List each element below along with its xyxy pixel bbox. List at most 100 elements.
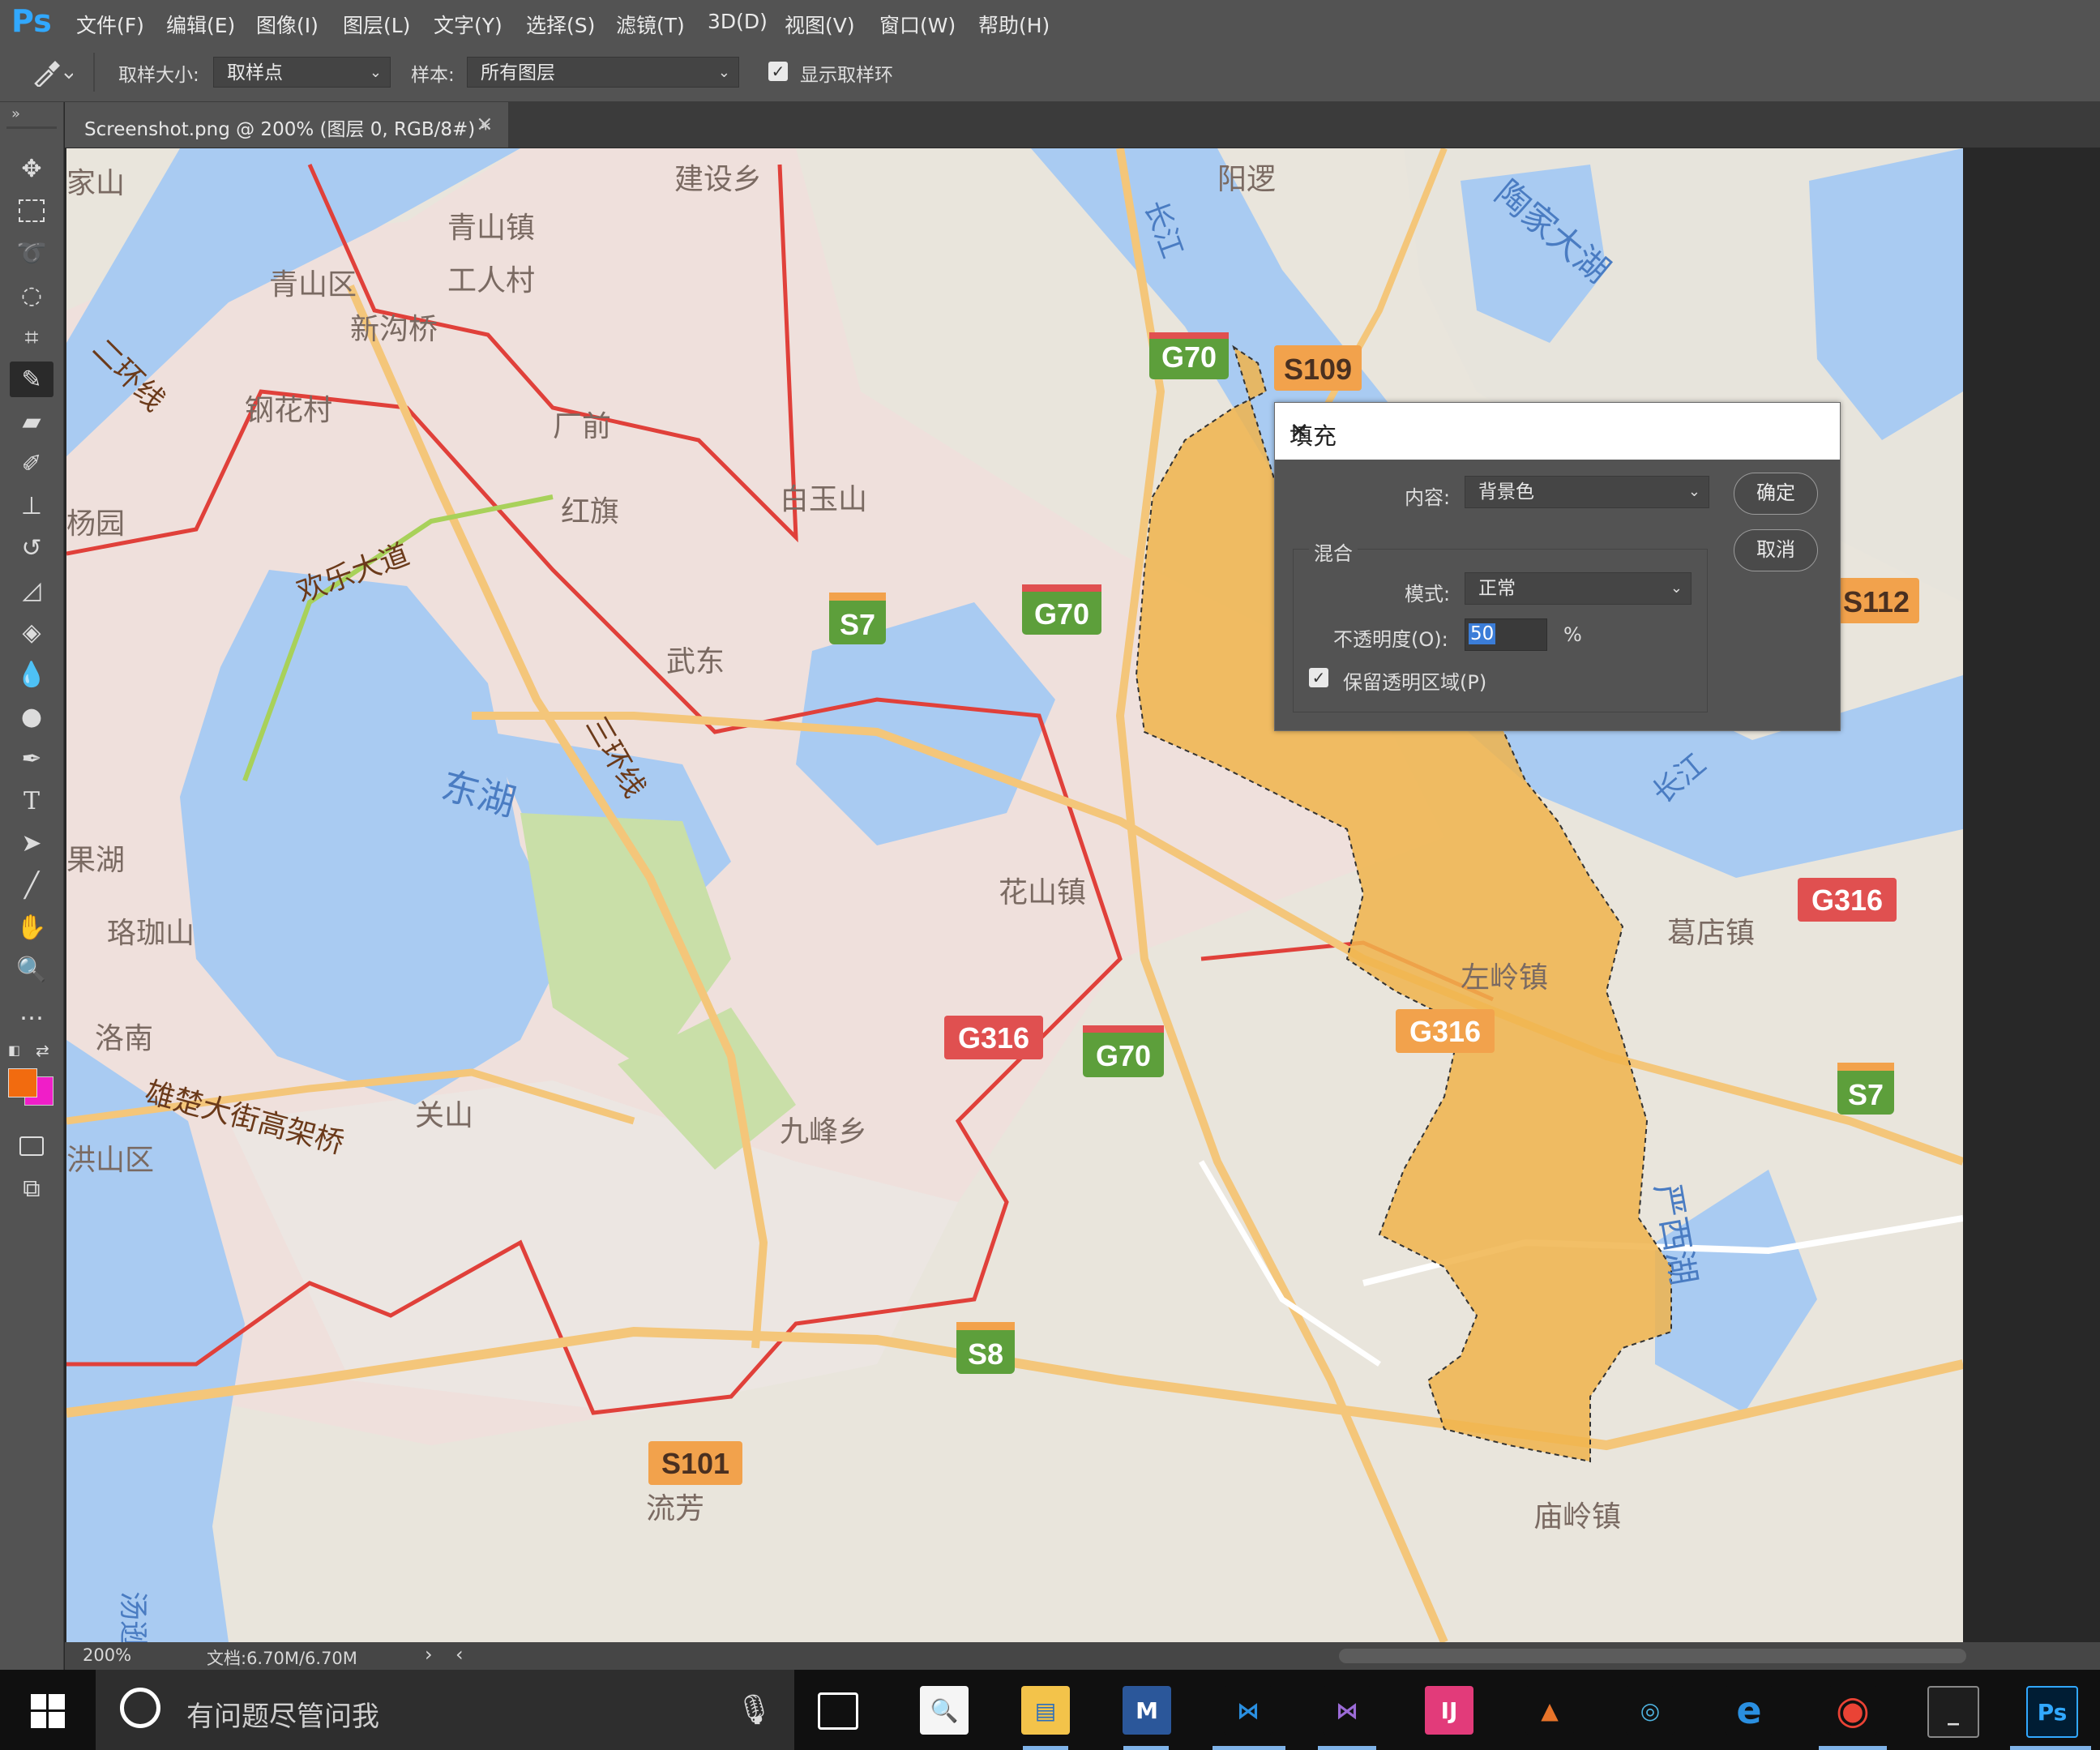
menu-file[interactable]: 文件(F) <box>76 10 144 39</box>
fill-dialog: 填充 ✕ 内容: 背景色 ⌄ 确定 取消 混合 模式: 正常 ⌄ 不透明度(O)… <box>1274 402 1841 731</box>
menu-3d[interactable]: 3D(D) <box>708 10 768 33</box>
menu-filter[interactable]: 滤镜(T) <box>616 10 685 39</box>
lasso-tool-icon[interactable]: ➰ <box>10 235 53 271</box>
quick-mask-icon[interactable] <box>10 1128 53 1164</box>
terminal-icon[interactable]: _ <box>1927 1686 1979 1738</box>
matlab-icon[interactable]: ▲ <box>1525 1686 1574 1735</box>
chrome-icon[interactable]: ◉ <box>1828 1686 1877 1735</box>
mode-select[interactable]: 正常 ⌄ <box>1465 572 1692 605</box>
vscode-icon[interactable]: ⋈ <box>1224 1686 1272 1735</box>
content-value: 背景色 <box>1478 481 1534 503</box>
dialog-title-bar[interactable]: 填充 ✕ <box>1275 403 1840 460</box>
scroll-left-arrow[interactable]: ‹ <box>455 1643 464 1666</box>
route-shield: S7 <box>1848 1078 1884 1111</box>
edge-icon[interactable]: e <box>1725 1686 1773 1735</box>
photoshop-taskbar-icon[interactable]: Ps <box>2026 1686 2078 1738</box>
menu-image[interactable]: 图像(I) <box>256 10 319 39</box>
show-ring-checkbox[interactable]: ✓ <box>768 62 788 81</box>
pen-tool-icon[interactable]: ✒ <box>10 741 53 777</box>
task-view-icon[interactable] <box>818 1692 858 1730</box>
options-divider <box>93 53 95 92</box>
blur-tool-icon[interactable]: 💧 <box>10 657 53 692</box>
map-label: 青山镇 <box>447 211 535 244</box>
chevron-down-icon: ⌄ <box>1670 580 1683 597</box>
running-indicator <box>1318 1746 1376 1750</box>
more-tools-icon[interactable]: … <box>10 994 53 1029</box>
ok-button[interactable]: 确定 <box>1734 473 1818 515</box>
eraser-tool-icon[interactable]: ◿ <box>10 572 53 608</box>
eyedropper-tool-icon[interactable] <box>32 59 73 87</box>
route-shield: G316 <box>958 1021 1029 1055</box>
menu-select[interactable]: 选择(S) <box>526 10 595 39</box>
sample-size-value: 取样点 <box>227 62 283 83</box>
close-icon[interactable]: ✕ <box>1290 417 1819 445</box>
intellij-icon[interactable]: IJ <box>1425 1686 1473 1735</box>
opacity-input[interactable]: 50 <box>1465 618 1547 651</box>
eyedropper-tool-icon[interactable]: ✎ <box>10 362 53 397</box>
map-label: 洛南 <box>95 1021 153 1055</box>
default-colors-icon[interactable]: ◧ <box>8 1042 23 1058</box>
running-indicator <box>2010 1746 2091 1750</box>
map-label: 工人村 <box>447 263 535 297</box>
hand-tool-icon[interactable]: ✋ <box>10 909 53 945</box>
status-menu-arrow[interactable]: › <box>425 1643 433 1666</box>
path-selection-tool-icon[interactable]: ➤ <box>10 825 53 861</box>
file-explorer-icon[interactable]: ▤ <box>1021 1686 1070 1735</box>
options-bar: 取样大小: 取样点 ⌄ 样本: 所有图层 ⌄ ✓ 显示取样环 <box>0 43 2100 102</box>
microphone-icon[interactable]: 🎙 <box>736 1692 773 1726</box>
map-label: 庙岭镇 <box>1533 1500 1621 1533</box>
sample-select[interactable]: 所有图层 ⌄ <box>467 57 739 88</box>
map-label: 钢花村 <box>245 393 332 426</box>
horizontal-scrollbar[interactable] <box>1339 1649 1966 1663</box>
map-label: 左岭镇 <box>1461 961 1548 994</box>
crop-tool-icon[interactable]: ⌗ <box>10 319 53 355</box>
marquee-tool-icon[interactable] <box>10 193 53 229</box>
word-mail-icon[interactable]: M <box>1123 1686 1171 1735</box>
line-tool-icon[interactable]: ╱ <box>10 867 53 903</box>
foreground-color-swatch[interactable] <box>8 1068 37 1097</box>
cancel-button[interactable]: 取消 <box>1734 529 1818 571</box>
menu-layer[interactable]: 图层(L) <box>343 10 410 39</box>
menu-view[interactable]: 视图(V) <box>785 10 855 39</box>
history-brush-tool-icon[interactable]: ↺ <box>10 530 53 566</box>
document-tab[interactable]: Screenshot.png @ 200% (图层 0, RGB/8#) * × <box>65 102 508 148</box>
cortana-icon <box>120 1688 160 1728</box>
search-placeholder: 有问题尽管问我 <box>186 1701 379 1733</box>
swap-colors-icon[interactable]: ⇄ <box>36 1041 49 1060</box>
type-tool-icon[interactable]: T <box>10 783 53 819</box>
visual-studio-icon[interactable]: ⋈ <box>1323 1686 1371 1735</box>
paint-bucket-tool-icon[interactable]: ◈ <box>10 614 53 650</box>
route-shield: S7 <box>840 608 875 641</box>
screen-mode-icon[interactable]: ⧉ <box>10 1170 53 1206</box>
taskbar-search-box[interactable]: 有问题尽管问我 🎙 <box>96 1670 794 1750</box>
network-globe-icon[interactable]: ◎ <box>1626 1686 1674 1735</box>
healing-brush-tool-icon[interactable]: ▰ <box>10 404 53 439</box>
document-tab-title: Screenshot.png @ 200% (图层 0, RGB/8#) * <box>84 119 491 140</box>
sample-label: 样本: <box>411 65 455 86</box>
document-canvas[interactable]: 建设乡 阳逻 陶家大湖 青山镇 工人村 青山区 新沟桥 钢花村 厂前 白玉山 红… <box>66 148 1963 1642</box>
map-label: 武东 <box>666 644 725 678</box>
zoom-tool-icon[interactable]: 🔍 <box>10 952 53 987</box>
content-select[interactable]: 背景色 ⌄ <box>1465 476 1709 508</box>
tab-close-icon[interactable]: × <box>476 112 494 136</box>
menu-help[interactable]: 帮助(H) <box>978 10 1050 39</box>
route-shield: S8 <box>968 1337 1003 1371</box>
menu-edit[interactable]: 编辑(E) <box>166 10 235 39</box>
windows-start-icon[interactable] <box>31 1694 65 1728</box>
menu-window[interactable]: 窗口(W) <box>879 10 956 39</box>
brush-tool-icon[interactable]: ✐ <box>10 446 53 481</box>
clone-stamp-tool-icon[interactable]: ⊥ <box>10 488 53 524</box>
panel-collapse-icon[interactable]: » <box>11 105 20 122</box>
map-label: 红旗 <box>561 494 619 528</box>
preserve-transparency-label: 保留透明区域(P) <box>1343 671 1487 694</box>
move-tool-icon[interactable]: ✥ <box>10 151 53 186</box>
running-indicator <box>1123 1746 1169 1750</box>
quick-selection-tool-icon[interactable]: ◌ <box>10 277 53 313</box>
menu-type[interactable]: 文字(Y) <box>434 10 503 39</box>
preserve-transparency-checkbox[interactable]: ✓ <box>1309 668 1328 687</box>
search-magnifier-app-icon[interactable]: 🔍 <box>920 1686 969 1735</box>
menu-bar: Ps 文件(F) 编辑(E) 图像(I) 图层(L) 文字(Y) 选择(S) 滤… <box>0 0 2100 43</box>
dodge-tool-icon[interactable]: ● <box>10 699 53 734</box>
sample-size-select[interactable]: 取样点 ⌄ <box>213 57 391 88</box>
zoom-level[interactable]: 200% <box>83 1645 131 1665</box>
